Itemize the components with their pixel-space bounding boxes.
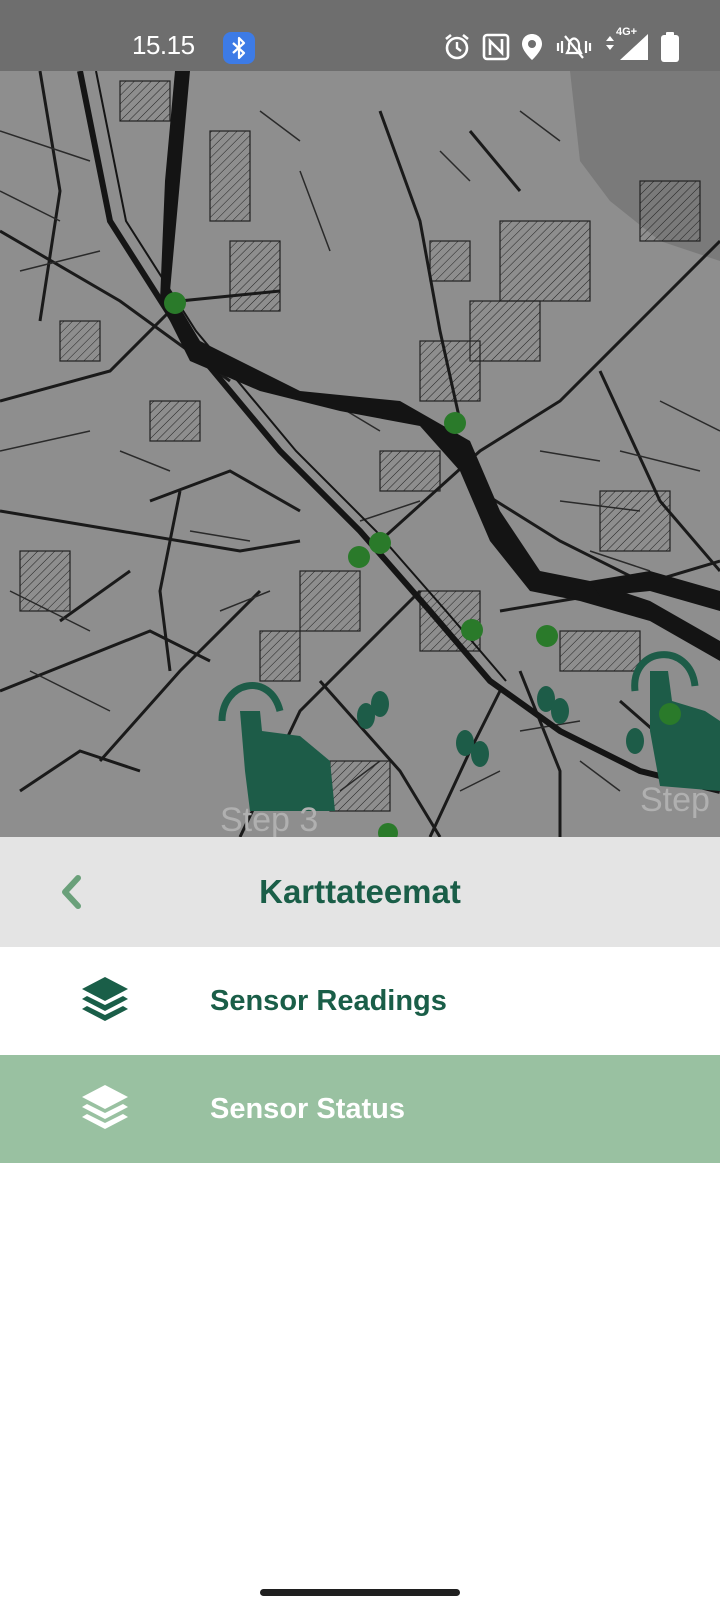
map-view[interactable]: Step 3 Step xyxy=(0,71,720,837)
chevron-left-icon xyxy=(62,875,81,909)
theme-list: Sensor Readings Sensor Status xyxy=(0,947,720,1163)
layers-icon xyxy=(82,1085,128,1129)
theme-label: Sensor Status xyxy=(210,1093,405,1125)
battery-icon xyxy=(661,32,679,62)
back-button[interactable] xyxy=(46,867,96,917)
bluetooth-icon xyxy=(223,32,255,64)
status-time: 15.15 xyxy=(132,30,195,60)
layers-icon xyxy=(82,977,128,1021)
sensor-marker[interactable] xyxy=(461,619,483,641)
home-indicator[interactable] xyxy=(260,1589,460,1596)
theme-item-sensor-readings[interactable]: Sensor Readings xyxy=(0,947,720,1055)
alarm-icon xyxy=(445,33,469,60)
sensor-marker[interactable] xyxy=(348,546,370,568)
theme-label: Sensor Readings xyxy=(210,985,447,1017)
signal-icon xyxy=(606,34,648,60)
step-3-label: Step 3 xyxy=(220,801,318,837)
sheet-title: Karttateemat xyxy=(259,873,461,910)
theme-item-sensor-status[interactable]: Sensor Status xyxy=(0,1055,720,1163)
signal-indicator: 4G+ xyxy=(604,26,650,62)
vibrate-icon xyxy=(556,35,592,59)
sensor-marker[interactable] xyxy=(659,703,681,725)
sensor-marker[interactable] xyxy=(164,292,186,314)
sensor-marker[interactable] xyxy=(536,625,558,647)
app-screen: 15.15 4G+ Step 3 Step Karttateemat Senso… xyxy=(0,0,720,1600)
sensor-marker[interactable] xyxy=(369,532,391,554)
step-label-right: Step xyxy=(640,781,710,819)
location-icon xyxy=(522,34,542,60)
status-bar: 15.15 4G+ xyxy=(0,0,720,71)
status-icons: 4G+ xyxy=(442,26,680,64)
sensor-marker[interactable] xyxy=(444,412,466,434)
nfc-icon xyxy=(482,33,510,61)
sheet-header: Karttateemat xyxy=(0,837,720,947)
